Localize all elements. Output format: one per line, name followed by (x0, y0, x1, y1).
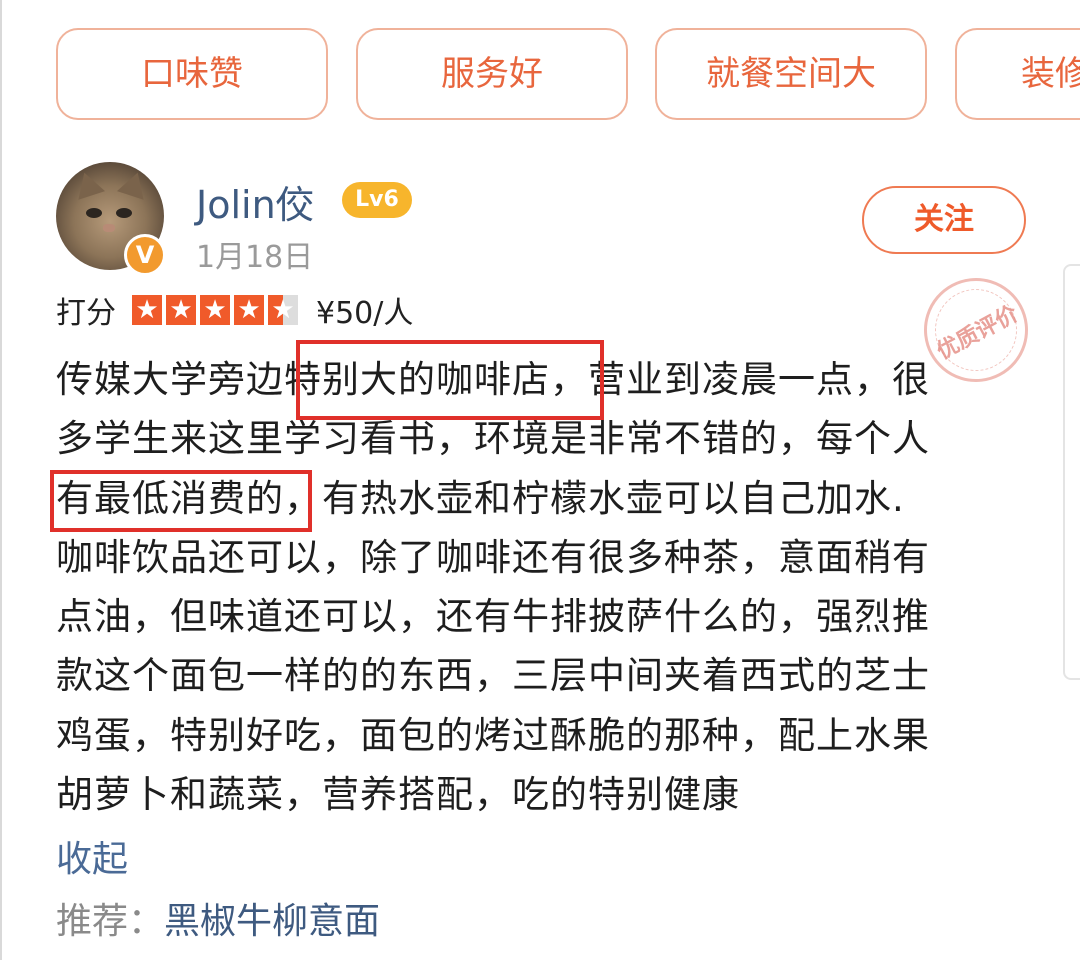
star-icon (200, 295, 230, 325)
avatar-ear-right (116, 168, 152, 200)
collapse-link[interactable]: 收起 (56, 830, 128, 882)
post-date: 1月18日 (196, 240, 314, 275)
highlight-box-large-cafe (296, 340, 604, 420)
rating-row: 打分 ¥50/人 (56, 288, 413, 332)
star-icon (234, 295, 264, 325)
star-rating (132, 295, 302, 325)
highlight-box-minimum-charge (50, 470, 312, 532)
avatar-nose (103, 224, 115, 232)
review-line: 胡萝卜和蔬菜，营养搭配，吃的特别健康 (56, 773, 740, 817)
side-panel-edge (1063, 264, 1080, 680)
avatar-eye-left (86, 208, 102, 218)
star-icon (166, 295, 196, 325)
rating-label: 打分 (56, 296, 116, 331)
review-page: 口味赞 服务好 就餐空间大 装修 V Jolin佼 Lv6 1月18日 关注 优… (0, 0, 1080, 960)
level-badge: Lv6 (342, 182, 412, 218)
recommended-dish: 推荐：黑椒牛柳意面 (56, 892, 380, 944)
verified-badge-icon: V (124, 234, 166, 276)
star-icon (132, 295, 162, 325)
review-line: 咖啡饮品还可以，除了咖啡还有很多种茶，意面稍有 (56, 535, 930, 579)
recommend-dish-link[interactable]: 黑椒牛柳意面 (164, 901, 380, 942)
username[interactable]: Jolin佼 (196, 174, 314, 229)
recommend-label: 推荐： (56, 901, 165, 942)
follow-button[interactable]: 关注 (862, 186, 1026, 254)
avatar-ear-left (70, 168, 106, 200)
price-per-person: ¥50/人 (316, 296, 414, 331)
screen-edge (0, 0, 2, 960)
review-text: 传媒大学旁边特别大的咖啡店，营业到凌晨一点，很 多学生来这里学习看书，环境是非常… (56, 350, 1006, 824)
tag-chip-service[interactable]: 服务好 (356, 28, 628, 120)
tag-chip-decor[interactable]: 装修 (955, 28, 1080, 120)
tag-chip-space[interactable]: 就餐空间大 (655, 28, 927, 120)
review-line: 鸡蛋，特别好吃，面包的烤过酥脆的那种，配上水果 (56, 713, 930, 757)
review-line: 点油，但味道还可以，还有牛排披萨什么的，强烈推 (56, 595, 930, 639)
star-icon (268, 295, 298, 325)
avatar-eye-right (116, 208, 132, 218)
review-line: 款这个面包一样的的东西，三层中间夹着西式的芝士 (56, 654, 930, 698)
tag-chip-taste[interactable]: 口味赞 (56, 28, 328, 120)
